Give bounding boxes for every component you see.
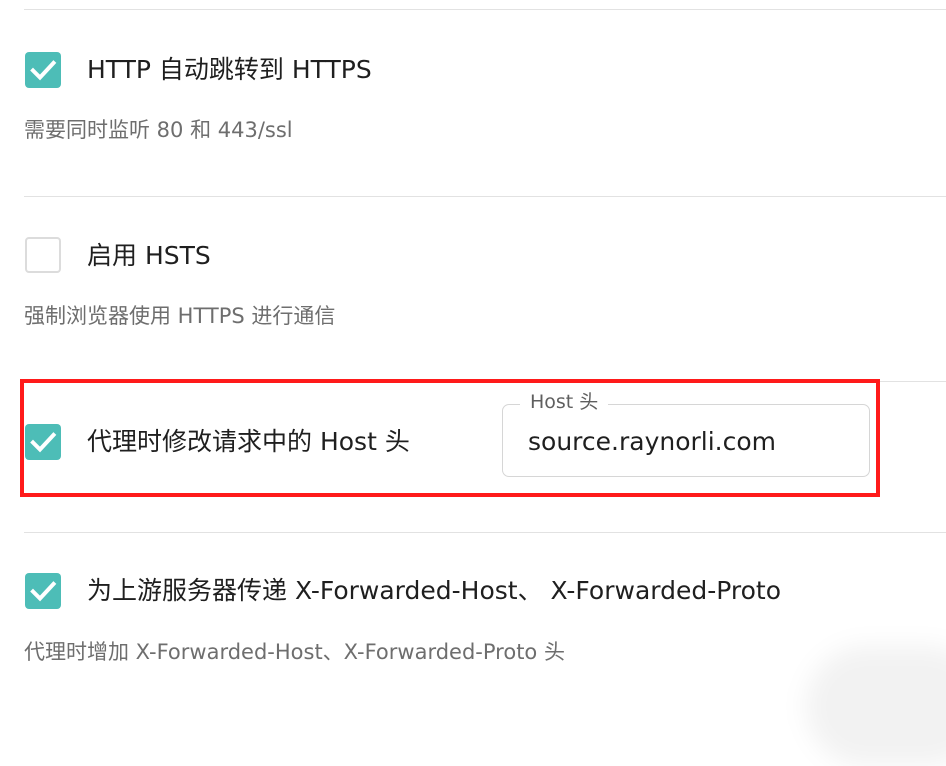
https-redirect-checkbox[interactable] (25, 52, 61, 88)
check-icon (30, 60, 57, 81)
https-redirect-description: 需要同时监听 80 和 443/ssl (24, 118, 293, 142)
divider-3 (24, 532, 946, 533)
hsts-description: 强制浏览器使用 HTTPS 进行通信 (24, 304, 336, 328)
hsts-label: 启用 HSTS (87, 241, 211, 270)
divider-top (24, 9, 946, 10)
forwarded-headers-description: 代理时增加 X-Forwarded-Host、X-Forwarded-Proto… (24, 640, 565, 664)
check-icon (30, 581, 57, 602)
highlight-annotation-box (20, 379, 880, 497)
corner-shadow (806, 646, 946, 766)
forwarded-headers-label: 为上游服务器传递 X-Forwarded-Host、 X-Forwarded-P… (87, 576, 781, 605)
forwarded-headers-checkbox[interactable] (25, 573, 61, 609)
hsts-checkbox[interactable] (25, 237, 61, 273)
https-redirect-label: HTTP 自动跳转到 HTTPS (87, 55, 372, 84)
divider-1 (24, 196, 946, 197)
